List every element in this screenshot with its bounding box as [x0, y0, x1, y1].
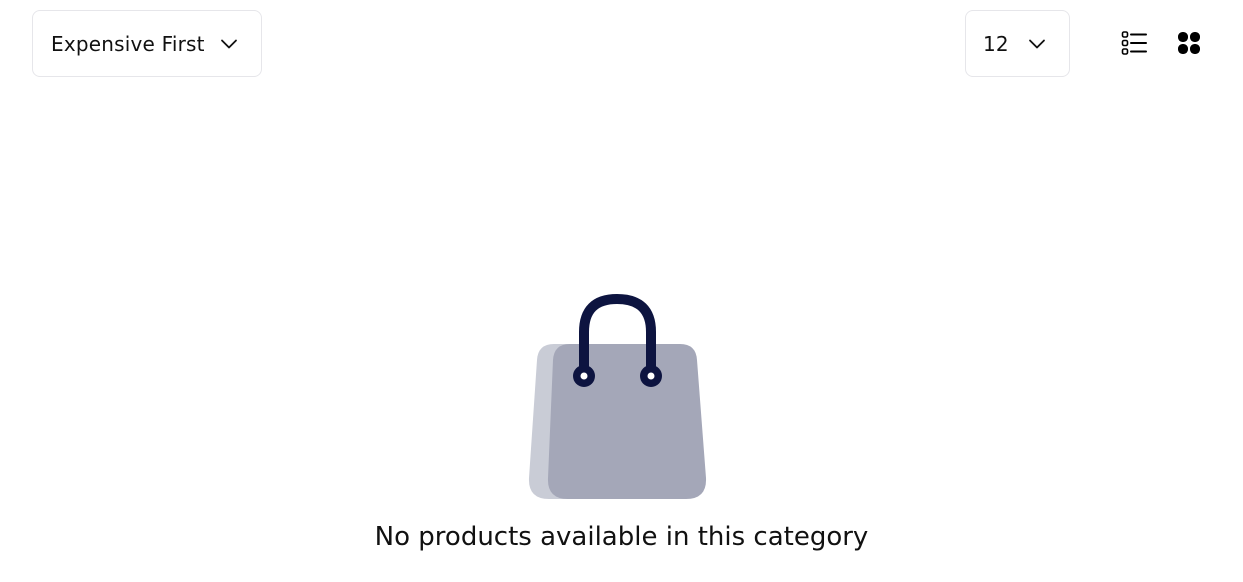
chevron-down-icon: [1029, 39, 1045, 48]
product-listing-page: Expensive First 12 No products available…: [0, 0, 1243, 582]
grid-view-button[interactable]: [1174, 28, 1204, 58]
empty-state-message: No products available in this category: [374, 522, 869, 552]
list-view-icon: [1121, 31, 1147, 55]
list-view-button[interactable]: [1119, 28, 1149, 58]
per-page-select[interactable]: 12: [965, 10, 1070, 77]
chevron-down-icon: [221, 39, 237, 48]
sort-select-value: Expensive First: [51, 31, 205, 56]
per-page-select-value: 12: [983, 31, 1009, 56]
sort-select[interactable]: Expensive First: [32, 10, 262, 77]
grid-view-icon: [1178, 32, 1200, 54]
shopping-bag-icon: [528, 293, 707, 499]
